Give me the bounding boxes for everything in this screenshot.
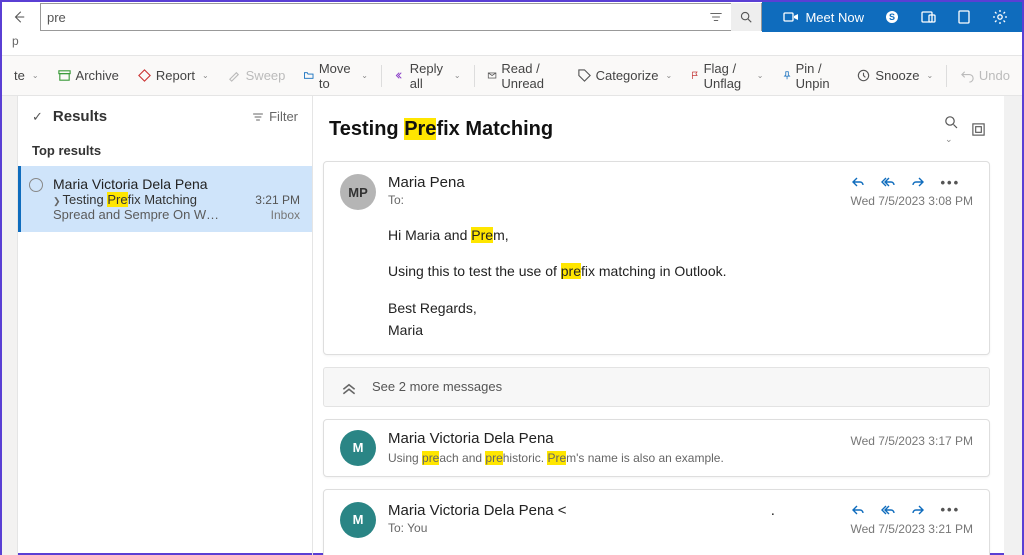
select-all-icon[interactable]: ✓ (32, 109, 43, 125)
archive-button[interactable]: Archive (49, 64, 127, 87)
result-sender: Maria Victoria Dela Pena (53, 176, 300, 192)
to-line: To: (388, 193, 465, 207)
meet-now-button[interactable]: Meet Now (773, 9, 874, 25)
flag-button[interactable]: Flag / Unflag⌄ (682, 57, 771, 95)
see-more-bar[interactable]: See 2 more messages (323, 367, 990, 407)
result-subject: ❯Testing Prefix Matching (53, 192, 197, 207)
result-preview: Spread and Sempre On Wedn... (53, 207, 223, 222)
popout-icon[interactable] (971, 122, 986, 137)
results-title: Results (53, 108, 107, 125)
skype-icon[interactable]: S (874, 9, 910, 25)
readunread-button[interactable]: Read / Unread (479, 57, 566, 95)
select-circle[interactable] (29, 178, 43, 192)
svg-text:S: S (889, 12, 895, 22)
forward-icon[interactable] (910, 502, 926, 518)
more-icon[interactable]: ••• (940, 502, 960, 517)
sweep-button[interactable]: Sweep (219, 64, 294, 87)
timestamp: Wed 7/5/2023 3:21 PM (850, 522, 973, 536)
sender-name: Maria Victoria Dela Pena < . (388, 502, 775, 519)
result-folder: Inbox (271, 208, 300, 222)
ribbon-hint: p (2, 32, 1022, 56)
filter-button[interactable]: Filter (252, 109, 298, 124)
message-card-1[interactable]: MP Maria Pena To: (323, 161, 990, 355)
search-filter-icon[interactable] (701, 10, 731, 24)
reply-all-icon[interactable] (880, 502, 896, 518)
reply-icon[interactable] (850, 502, 866, 518)
result-item[interactable]: Maria Victoria Dela Pena ❯Testing Prefix… (18, 166, 312, 232)
message-card-2[interactable]: M Maria Victoria Dela Pena Using preach … (323, 419, 990, 477)
notes-icon[interactable] (946, 9, 982, 25)
avatar: M (340, 502, 376, 538)
pin-button[interactable]: Pin / Unpin (774, 57, 847, 95)
back-button[interactable] (2, 10, 36, 24)
teams-icon[interactable] (910, 9, 946, 25)
moveto-button[interactable]: Move to⌄ (295, 57, 376, 95)
sender-name: Maria Pena (388, 174, 465, 191)
undo-button[interactable]: Undo (952, 64, 1018, 87)
result-time: 3:21 PM (255, 193, 300, 207)
report-button[interactable]: Report⌄ (129, 64, 217, 87)
zoom-icon[interactable]: ⌄ (943, 114, 959, 145)
snooze-button[interactable]: Snooze⌄ (848, 64, 941, 87)
search-go-icon[interactable] (731, 3, 761, 31)
categorize-button[interactable]: Categorize⌄ (569, 64, 681, 87)
forward-icon[interactable] (910, 174, 926, 190)
avatar: M (340, 430, 376, 466)
conversation-title: Testing Prefix Matching (329, 118, 553, 141)
reply-icon[interactable] (850, 174, 866, 190)
chevron-double-up-icon (340, 378, 358, 396)
scrollbar[interactable] (1004, 96, 1022, 555)
message-card-3[interactable]: M Maria Victoria Dela Pena < . To: You (323, 489, 990, 555)
top-results-label: Top results (18, 135, 312, 166)
settings-icon[interactable] (982, 9, 1018, 25)
search-input[interactable] (41, 6, 701, 29)
to-line: To: You (388, 521, 775, 535)
sender-name: Maria Victoria Dela Pena (388, 430, 724, 447)
timestamp: Wed 7/5/2023 3:08 PM (850, 194, 973, 208)
message-summary: Using preach and prehistoric. Prem's nam… (388, 451, 724, 465)
reply-all-icon[interactable] (880, 174, 896, 190)
more-icon[interactable]: ••• (940, 175, 960, 190)
delete-button[interactable]: te⌄ (6, 64, 47, 87)
message-body: Spread and Sempre (388, 552, 973, 555)
timestamp: Wed 7/5/2023 3:17 PM (850, 434, 973, 448)
avatar: MP (340, 174, 376, 210)
replyall-button[interactable]: Reply all⌄ (387, 57, 469, 95)
message-body: Hi Maria and Prem, Using this to test th… (388, 224, 973, 342)
nav-rail[interactable] (2, 96, 18, 555)
